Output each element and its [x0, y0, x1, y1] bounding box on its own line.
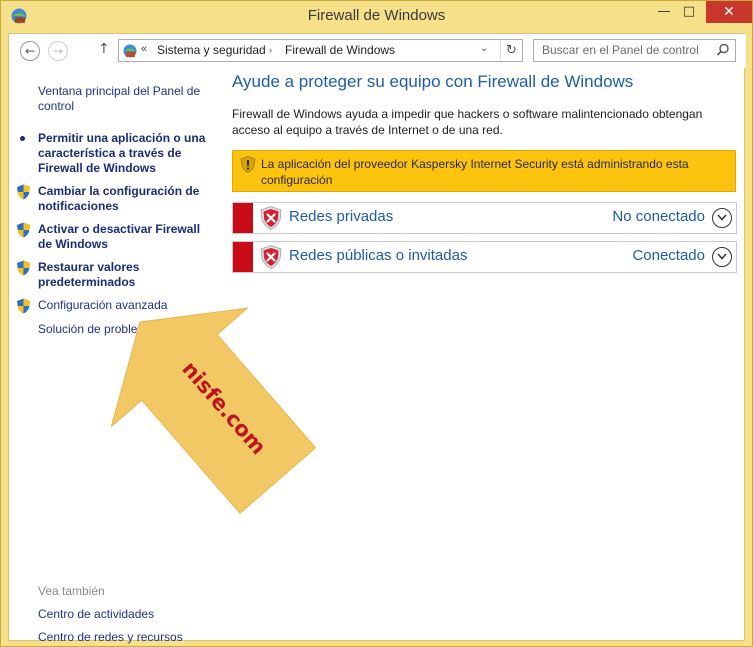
- breadcrumb-firewall[interactable]: Firewall de Windows: [285, 43, 395, 57]
- search-box[interactable]: Buscar en el Panel de control: [533, 39, 736, 62]
- network-status: No conectado: [612, 208, 705, 225]
- control-panel-home-link[interactable]: Ventana principal del Panel de control: [38, 84, 213, 114]
- allow-app-link[interactable]: Permitir una aplicación o una caracterís…: [38, 131, 213, 176]
- page-description: Firewall de Windows ayuda a impedir que …: [232, 107, 703, 137]
- search-placeholder: Buscar en el Panel de control: [542, 43, 699, 57]
- notice-text: La aplicación del proveedor Kaspersky In…: [261, 157, 689, 187]
- status-color-bar: [233, 242, 253, 272]
- control-panel-icon: [123, 44, 137, 58]
- breadcrumb-chevron-icon[interactable]: ›: [269, 45, 272, 55]
- up-button[interactable]: ↑: [98, 41, 112, 57]
- uac-shield-icon: [17, 298, 30, 314]
- maximize-button[interactable]: □: [677, 1, 701, 23]
- network-sharing-center-link[interactable]: Centro de redes y recursos compartidos: [38, 630, 198, 647]
- network-name: Redes privadas: [289, 208, 394, 225]
- shield-error-icon: [260, 206, 282, 230]
- action-center-link[interactable]: Centro de actividades: [38, 607, 213, 622]
- change-notifications-link[interactable]: Cambiar la configuración de notificacion…: [38, 184, 213, 214]
- back-button[interactable]: ←: [20, 41, 40, 61]
- window-title: Firewall de Windows: [307, 7, 446, 24]
- bullet-icon: [20, 136, 25, 141]
- uac-shield-icon: [17, 184, 30, 200]
- turn-firewall-on-off-link[interactable]: Activar o desactivar Firewall de Windows: [38, 222, 213, 252]
- private-networks-row[interactable]: Redes privadas No conectado: [232, 202, 737, 234]
- client-area: ← → ↑ « Sistema y seguridad › Firewall d…: [8, 33, 746, 647]
- firewall-window: Firewall de Windows — □ ✕ ← → ↑ « Sistem…: [0, 0, 753, 647]
- restore-defaults-link[interactable]: Restaurar valores predeterminados: [38, 260, 213, 290]
- minimize-button[interactable]: —: [652, 1, 676, 23]
- troubleshoot-network-link[interactable]: Solución de problemas de red: [38, 322, 213, 337]
- address-overflow-icon[interactable]: «: [141, 43, 147, 55]
- breadcrumb-system-security[interactable]: Sistema y seguridad: [157, 43, 266, 57]
- refresh-button[interactable]: ↻: [500, 40, 522, 61]
- forward-button[interactable]: →: [48, 41, 68, 61]
- see-also-heading: Vea también: [38, 584, 105, 598]
- uac-shield-icon: [17, 260, 30, 276]
- public-networks-row[interactable]: Redes públicas o invitadas Conectado: [232, 241, 737, 273]
- close-button[interactable]: ✕: [706, 1, 752, 23]
- left-task-pane: Ventana principal del Panel de control P…: [9, 74, 219, 647]
- shield-error-icon: [260, 245, 282, 269]
- advanced-settings-link[interactable]: Configuración avanzada: [38, 298, 213, 313]
- network-name: Redes públicas o invitadas: [289, 247, 468, 264]
- status-color-bar: [233, 203, 253, 233]
- page-title: Ayude a proteger su equipo con Firewall …: [232, 72, 634, 91]
- managed-by-notice: La aplicación del proveedor Kaspersky In…: [232, 150, 736, 192]
- address-bar[interactable]: « Sistema y seguridad › Firewall de Wind…: [118, 39, 523, 62]
- title-bar[interactable]: Firewall de Windows — □ ✕: [1, 1, 752, 33]
- network-status: Conectado: [632, 247, 705, 264]
- address-dropdown-icon[interactable]: ⌄: [480, 43, 488, 54]
- uac-shield-icon: [17, 222, 30, 238]
- expand-chevron-icon[interactable]: [712, 208, 732, 228]
- expand-chevron-icon[interactable]: [712, 247, 732, 267]
- navigation-bar: ← → ↑ « Sistema y seguridad › Firewall d…: [9, 34, 746, 68]
- search-icon[interactable]: [716, 43, 730, 57]
- warning-shield-icon: [240, 156, 256, 173]
